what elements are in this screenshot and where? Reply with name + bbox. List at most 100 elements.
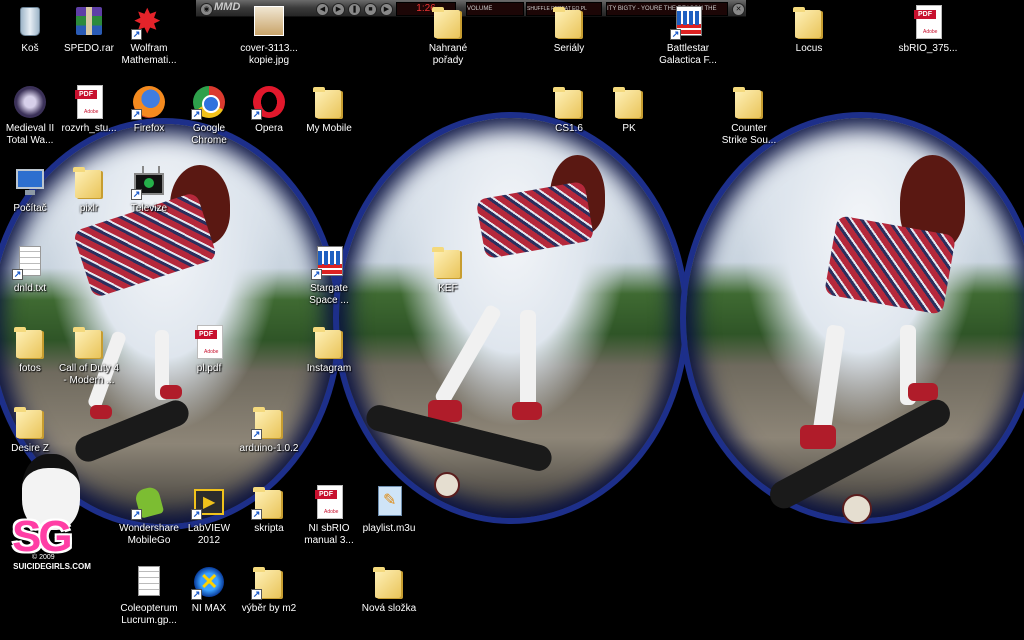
labview-icon: ↗: [191, 484, 227, 520]
shortcut-arrow-icon: ↗: [131, 29, 142, 40]
folder-icon: [731, 84, 767, 120]
folder-icon: [311, 84, 347, 120]
desktop-icon-label: Locus: [795, 43, 823, 54]
desktop-icon-label: Seriály: [553, 43, 585, 54]
desktop-icon-label: KEF: [438, 283, 458, 294]
pdf-icon: PDF Adobe: [311, 484, 347, 520]
desktop-icon-playlist[interactable]: playlist.m3u: [351, 484, 427, 535]
desktop-icon-counter[interactable]: Counter Strike Sou...: [711, 84, 787, 147]
desktop-icon-cod[interactable]: Call of Duty 4 - Modern ...: [51, 324, 127, 387]
pdf-icon: PDF Adobe: [71, 84, 107, 120]
desktop-icon-label: Battlestar Galactica F...: [659, 43, 717, 66]
document-icon: ↗: [12, 244, 48, 280]
desktop-icon-label: playlist.m3u: [362, 523, 416, 534]
opera-icon: ↗: [251, 84, 287, 120]
desktop-icon-serialy[interactable]: Seriály: [531, 4, 607, 55]
desktop-icon-label: cover-3113... kopie.jpg: [240, 43, 298, 66]
desktop-icon-televize[interactable]: ↗ Televize: [111, 164, 187, 215]
suicidegirls-logo: SG © 2009 SUICIDEGIRLS.COM: [4, 450, 100, 575]
desktop-icon-label: My Mobile: [306, 123, 352, 134]
desktop-icon-label: sbRIO_375...: [898, 43, 958, 54]
desktop-icon-battlestar[interactable]: ↗ Battlestar Galactica F...: [650, 4, 726, 67]
desktop-icon-label: Stargate Space ...: [309, 283, 349, 306]
pdf-icon: PDF Adobe: [910, 4, 946, 40]
folder-icon: [551, 4, 587, 40]
pdf-icon: PDF Adobe: [191, 324, 227, 360]
shortcut-arrow-icon: ↗: [131, 509, 142, 520]
desktop-icon-stargate[interactable]: ↗ Stargate Space ...: [291, 244, 367, 307]
desktop-icon-label: Nová složka: [361, 603, 417, 614]
folder-icon: ↗: [251, 564, 287, 600]
firefox-icon: ↗: [131, 84, 167, 120]
desktop-icon-label: Desire Z: [11, 443, 49, 454]
shortcut-arrow-icon: ↗: [251, 429, 262, 440]
folder-icon: [430, 4, 466, 40]
computer-icon: [12, 164, 48, 200]
desktop-icon-label: výběr by m2: [241, 603, 297, 614]
player-play-button[interactable]: ▶: [332, 3, 345, 16]
folder-icon: [71, 324, 107, 360]
wolfram-icon: ✸ ↗: [131, 3, 162, 41]
desktop-icon-novaslozka[interactable]: Nová složka: [351, 564, 427, 615]
desktop-icon-pk[interactable]: PK: [591, 84, 667, 135]
wheel: [434, 472, 460, 498]
desktop-icon-label: arduino-1.0.2: [239, 443, 299, 454]
shortcut-arrow-icon: ↗: [670, 29, 681, 40]
desktop-icon-label: Call of Duty 4 - Modern ...: [58, 363, 120, 386]
folder-icon: [611, 84, 647, 120]
desktop-icon-sbrio[interactable]: PDF Adobe sbRIO_375...: [890, 4, 966, 55]
player-close-button[interactable]: ✕: [732, 3, 745, 16]
desktop-icon-label: PK: [622, 123, 636, 134]
logo-text: SUICIDEGIRLS.COM: [13, 562, 91, 571]
chrome-icon: ↗: [191, 84, 227, 120]
desktop-icon-mymobile[interactable]: My Mobile: [291, 84, 367, 135]
ni-max-icon: ↗: [191, 564, 227, 600]
desktop-icon-desire[interactable]: Desire Z: [0, 404, 68, 455]
document-icon: [131, 564, 167, 600]
shortcut-arrow-icon: ↗: [251, 509, 262, 520]
shortcut-arrow-icon: ↗: [191, 509, 202, 520]
desktop-icon-locus[interactable]: Locus: [771, 4, 847, 55]
desktop-icon-arduino[interactable]: ↗ arduino-1.0.2: [231, 404, 307, 455]
shortcut-arrow-icon: ↗: [251, 589, 262, 600]
player-next-button[interactable]: ▶: [380, 3, 393, 16]
game-icon: [12, 84, 48, 120]
desktop-icon-label: Counter Strike Sou...: [721, 123, 777, 146]
shortcut-arrow-icon: ↗: [131, 109, 142, 120]
desktop-icon-label: Instagram: [306, 363, 352, 374]
player-pause-button[interactable]: ❚: [348, 3, 361, 16]
desktop-icon-label: dnld.txt: [13, 283, 47, 294]
folder-icon: [551, 84, 587, 120]
image-icon: [251, 4, 287, 40]
folder-icon: [791, 4, 827, 40]
recycle-bin-icon: [12, 4, 48, 40]
desktop-icon-nahrane[interactable]: Nahrané pořady: [410, 4, 486, 67]
desktop-icon-instagram[interactable]: Instagram: [291, 324, 367, 375]
player-prev-button[interactable]: ◀: [316, 3, 329, 16]
folder-icon: [430, 244, 466, 280]
desktop-icon-pl[interactable]: PDF Adobe pl.pdf: [171, 324, 247, 375]
desktop-icon-cover[interactable]: cover-3113... kopie.jpg: [231, 4, 307, 67]
folder-icon: ↗: [251, 484, 287, 520]
shortcut-arrow-icon: ↗: [12, 269, 23, 280]
desktop-icon-kef[interactable]: KEF: [410, 244, 486, 295]
player-menu-button[interactable]: ◉: [200, 3, 213, 16]
game-shortcut-icon: ↗: [311, 244, 347, 280]
folder-icon: [12, 324, 48, 360]
desktop-icon-label: Wolfram Mathemati...: [121, 43, 177, 66]
folder-icon: [311, 324, 347, 360]
desktop-icon-wolfram[interactable]: ✸ ↗ Wolfram Mathemati...: [111, 4, 187, 67]
archive-icon: [71, 4, 107, 40]
desktop-icon-vyber[interactable]: ↗ výběr by m2: [231, 564, 307, 615]
shortcut-arrow-icon: ↗: [251, 109, 262, 120]
wheel: [842, 494, 872, 524]
desktop-icon-dnld[interactable]: ↗ dnld.txt: [0, 244, 68, 295]
logo-year: © 2009: [32, 554, 55, 561]
player-stop-button[interactable]: ■: [364, 3, 377, 16]
shortcut-arrow-icon: ↗: [131, 189, 142, 200]
desktop-icon-label: Televize: [130, 203, 168, 214]
folder-icon: [371, 564, 407, 600]
tv-icon: ↗: [131, 164, 167, 200]
desktop-icon-label: Nahrané pořady: [428, 43, 468, 66]
desktop-icon-label: pl.pdf: [196, 363, 222, 374]
